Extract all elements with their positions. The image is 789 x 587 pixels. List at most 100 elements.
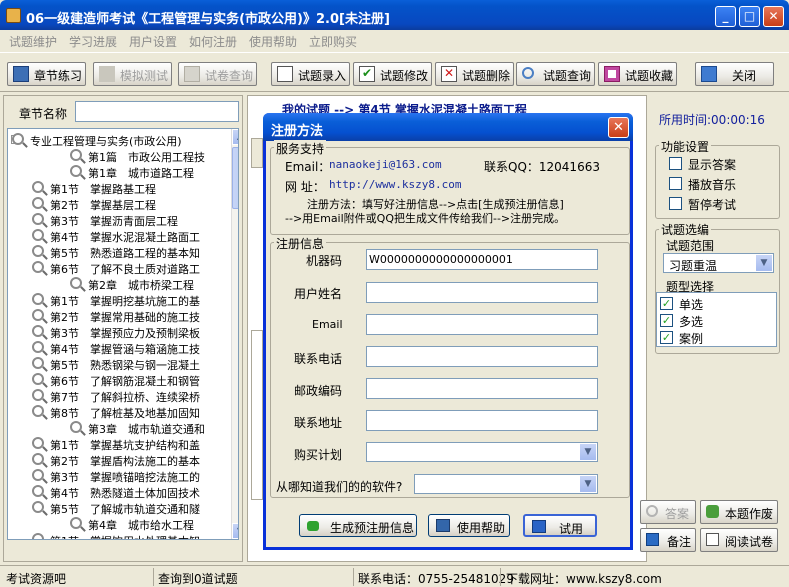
close-button[interactable]: 关闭 — [695, 62, 774, 86]
row-indicator — [251, 138, 263, 168]
window-title: 06一级建造师考试《工程管理与实务(市政公用)》2.0[未注册] — [26, 12, 390, 27]
chevron-down-icon[interactable]: ▼ — [580, 444, 596, 460]
magnifier-icon — [32, 389, 44, 401]
phone-label: 联系电话 — [294, 352, 343, 366]
menu-question-maintain[interactable]: 试题维护 — [9, 33, 57, 50]
zip-field[interactable] — [366, 378, 598, 399]
show-answer-label: 显示答案 — [688, 158, 737, 172]
magnifier-icon — [32, 469, 44, 481]
multi-choice-label: 多选 — [679, 315, 704, 329]
question-delete-button[interactable]: ✕ 试题删除 — [435, 62, 514, 86]
maximize-button[interactable]: □ — [739, 6, 760, 27]
method-line-2: -->用Email附件或QQ把生成文件传给我们-->注册完成。 — [285, 212, 566, 225]
tree-item-label: 第6节 了解不良土质对道路工 — [50, 263, 200, 276]
delete-icon: ✕ — [441, 66, 457, 82]
close-window-button[interactable]: ✕ — [763, 6, 784, 27]
read-icon — [706, 533, 719, 546]
phone-field[interactable] — [366, 346, 598, 367]
email-field-label: Email — [312, 318, 343, 331]
tree-item-label: 第8节 了解桩基及地基加固知 — [50, 407, 200, 420]
menu-how-register[interactable]: 如何注册 — [189, 33, 237, 50]
generate-preregister-button[interactable]: 生成预注册信息 — [299, 514, 417, 537]
show-answer-checkbox[interactable] — [669, 157, 682, 170]
app-icon — [6, 8, 21, 23]
question-modify-button[interactable]: ✔ 试题修改 — [353, 62, 432, 86]
discard-question-button[interactable]: 本题作废 — [700, 500, 778, 524]
answer-area — [251, 330, 263, 500]
magnify-icon — [646, 505, 658, 517]
note-button[interactable]: 备注 — [640, 528, 696, 552]
magnifier-icon — [32, 437, 44, 449]
scroll-up-arrow[interactable]: ▲ — [232, 129, 238, 145]
user-name-field[interactable] — [366, 282, 598, 303]
paper-icon — [184, 66, 200, 82]
menu-bar: 试题维护 学习进展 用户设置 如何注册 使用帮助 立即购买 — [0, 30, 789, 50]
menu-user-settings[interactable]: 用户设置 — [129, 33, 177, 50]
purchase-plan-select[interactable]: ▼ — [366, 442, 598, 462]
paper-query-button[interactable]: 试卷查询 — [178, 62, 257, 86]
email-label: Email： — [285, 160, 331, 174]
status-query-count: 查询到0道试题 — [158, 572, 238, 586]
title-bar: 06一级建造师考试《工程管理与实务(市政公用)》2.0[未注册] _ □ ✕ — [0, 0, 789, 30]
single-choice-label: 单选 — [679, 298, 704, 312]
menu-study-progress[interactable]: 学习进展 — [69, 33, 117, 50]
scroll-thumb[interactable] — [232, 147, 238, 209]
menu-help[interactable]: 使用帮助 — [249, 33, 297, 50]
trial-button[interactable]: 试用 — [523, 514, 597, 537]
question-entry-button[interactable]: 试题录入 — [271, 62, 350, 86]
email-value[interactable]: nanaokeji@163.com — [329, 158, 442, 171]
type-list — [656, 292, 777, 347]
tree-item-label: 第2章 城市桥梁工程 — [88, 279, 194, 292]
section-name-label: 章节名称 — [19, 107, 68, 121]
address-field[interactable] — [366, 410, 598, 431]
mock-test-button[interactable]: 模拟测试 — [93, 62, 172, 86]
tree-item-label: 第2节 掌握常用基础的施工技 — [50, 311, 200, 324]
play-music-label: 播放音乐 — [688, 178, 737, 192]
scroll-down-arrow[interactable]: ▼ — [232, 523, 238, 539]
status-bar: 考试资源吧 查询到0道试题 联系电话：0755-25481029 下载网址：ww… — [0, 565, 789, 587]
dialog-title-bar: 注册方法 ✕ — [263, 113, 633, 141]
magnifier-icon — [32, 501, 44, 513]
read-paper-button[interactable]: 阅读试卷 — [700, 528, 778, 552]
help-button[interactable]: 使用帮助 — [428, 514, 510, 537]
multi-choice-checkbox[interactable]: ✓ — [660, 314, 673, 327]
minimize-button[interactable]: _ — [715, 6, 736, 27]
chapter-tree[interactable]: −专业工程管理与实务(市政公用)第1篇 市政公用工程技第1章 城市道路工程第1节… — [7, 128, 239, 540]
menu-buy-now[interactable]: 立即购买 — [309, 33, 357, 50]
range-label: 试题范围 — [666, 239, 715, 253]
case-label: 案例 — [679, 332, 704, 346]
machine-code-field[interactable]: W0000000000000000001 — [366, 249, 598, 270]
pause-exam-checkbox[interactable] — [669, 197, 682, 210]
range-select[interactable]: 习题重温 ▼ — [663, 253, 774, 273]
chevron-down-icon[interactable]: ▼ — [580, 476, 596, 492]
answer-button[interactable]: 答案 — [640, 500, 696, 524]
magnifier-icon — [32, 485, 44, 497]
case-checkbox[interactable]: ✓ — [660, 331, 673, 344]
source-select[interactable]: ▼ — [414, 474, 598, 494]
zip-label: 邮政编码 — [294, 384, 343, 398]
single-choice-checkbox[interactable]: ✓ — [660, 297, 673, 310]
play-music-checkbox[interactable] — [669, 177, 682, 190]
site-label: 网 址： — [285, 180, 325, 194]
chevron-down-icon[interactable]: ▼ — [756, 255, 772, 271]
magnifier-icon — [70, 517, 82, 529]
tree-scrollbar[interactable]: ▲ ▼ — [231, 129, 238, 539]
question-query-button[interactable]: 试题查询 — [516, 62, 595, 86]
tree-item-label: 第3节 掌握沥青面层工程 — [50, 215, 178, 228]
document-icon — [277, 66, 293, 82]
site-link[interactable]: http://www.kszy8.com — [329, 178, 461, 191]
tree-item-label: 第7节 了解斜拉桥、连续梁桥 — [50, 391, 200, 404]
tree-item-label: 第4节 掌握管涵与箱涵施工技 — [50, 343, 200, 356]
recycle-icon — [706, 505, 719, 518]
magnifier-icon — [32, 309, 44, 321]
question-favorite-button[interactable]: 试题收藏 — [598, 62, 677, 86]
favorite-icon — [604, 66, 620, 82]
magnifier-icon — [32, 261, 44, 273]
section-name-input[interactable] — [75, 101, 239, 122]
purchase-plan-label: 购买计划 — [294, 448, 343, 462]
tree-item-label: 第5节 熟悉道路工程的基本知 — [50, 247, 200, 260]
status-url: 下载网址：www.kszy8.com — [506, 572, 662, 586]
email-field[interactable] — [366, 314, 598, 335]
dialog-close-button[interactable]: ✕ — [608, 117, 629, 138]
chapter-practice-button[interactable]: 章节练习 — [7, 62, 86, 86]
